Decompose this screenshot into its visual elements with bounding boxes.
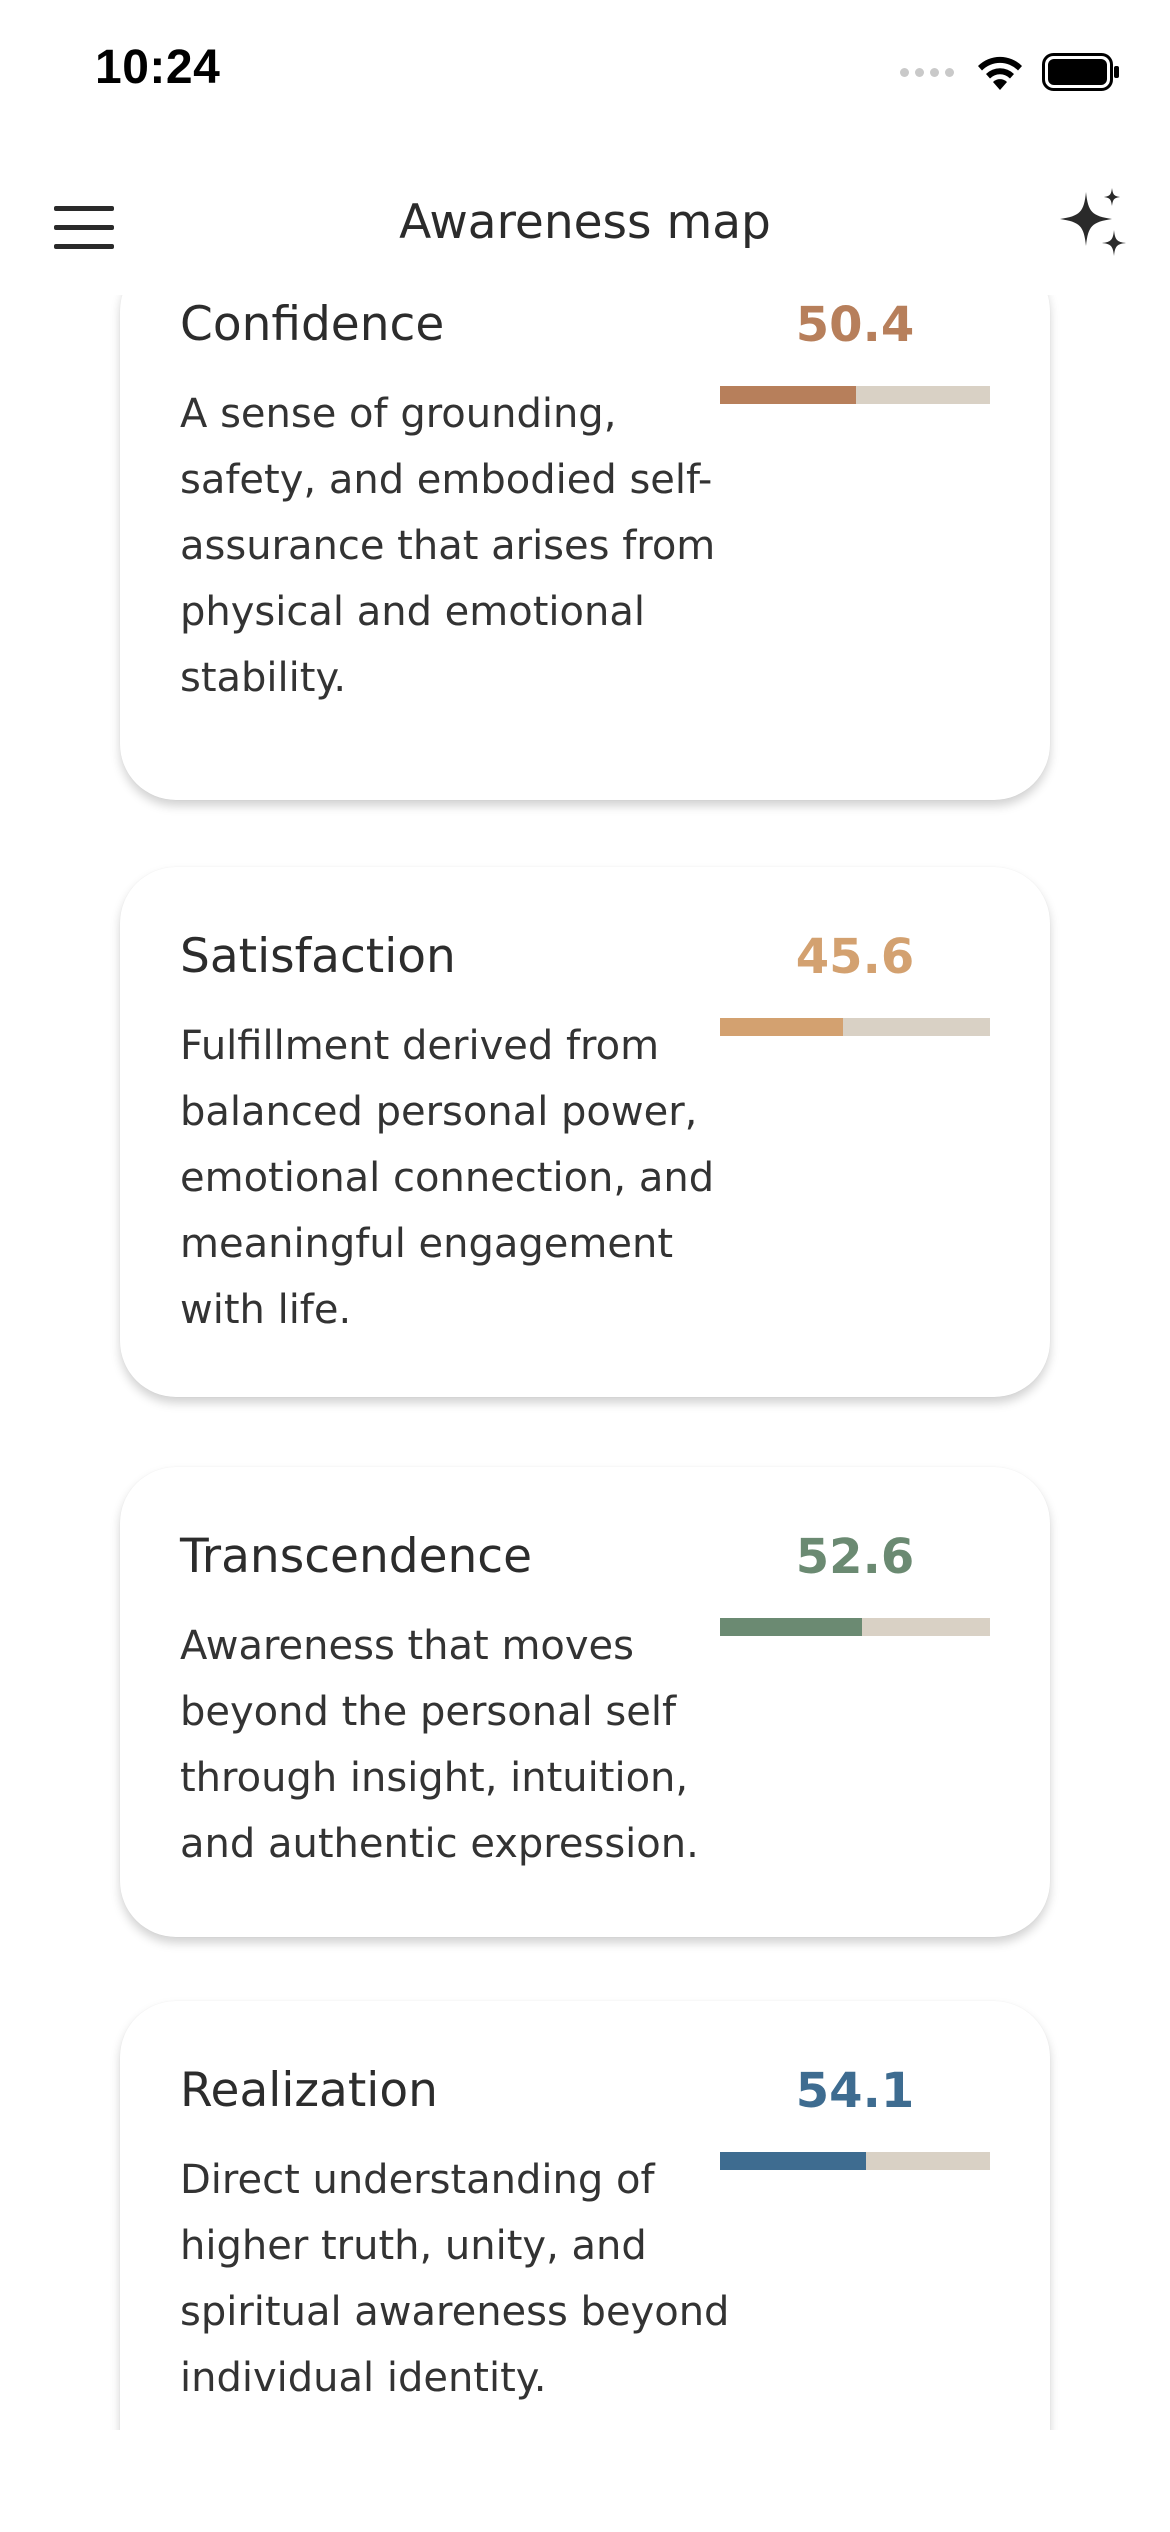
card-description: A sense of grounding, safety, and embodi… [180,391,716,701]
card-progress-bar [720,1618,990,1636]
card-title: Transcendence [180,1529,533,1584]
awareness-card-list[interactable]: Confidence 50.4 A sense of grounding, sa… [0,295,1170,2430]
card-progress-bar [720,386,990,404]
card-transcendence[interactable]: Transcendence 52.6 Awareness that moves … [120,1467,1050,1937]
card-title: Confidence [180,297,445,352]
card-score: 52.6 [795,1529,915,1585]
card-description: Direct understanding of higher truth, un… [180,2157,730,2401]
card-satisfaction[interactable]: Satisfaction 45.6 Fulfillment derived fr… [120,867,1050,1397]
nav-bar: Awareness map [0,170,1170,290]
sparkle-icon[interactable] [1052,186,1132,266]
wifi-icon [978,56,1022,90]
card-confidence[interactable]: Confidence 50.4 A sense of grounding, sa… [120,295,1050,800]
card-progress-bar [720,2152,990,2170]
status-time: 10:24 [95,41,221,94]
card-score: 54.1 [795,2063,915,2119]
card-realization[interactable]: Realization 54.1 Direct understanding of… [120,2001,1050,2430]
card-title: Realization [180,2063,438,2118]
card-progress-fill [720,1618,863,1636]
page-title: Awareness map [399,195,771,250]
card-score: 45.6 [795,929,915,985]
card-description: Fulfillment derived from balanced person… [180,1023,715,1333]
status-bar: 10:24 [0,0,1170,150]
battery-icon [1042,53,1119,91]
card-title: Satisfaction [180,929,456,984]
cellular-signal-icon [900,67,954,77]
card-description: Awareness that moves beyond the personal… [180,1623,699,1867]
card-progress-bar [720,1018,990,1036]
card-progress-fill [720,2152,867,2170]
status-icons [900,52,1120,92]
card-score: 50.4 [795,297,915,353]
card-progress-fill [720,386,857,404]
